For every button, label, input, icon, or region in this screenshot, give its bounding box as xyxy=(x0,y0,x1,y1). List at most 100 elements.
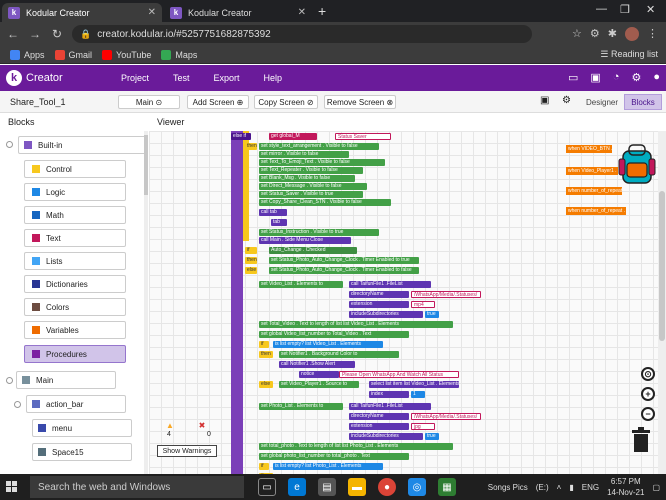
code-block[interactable]: Auto_Change . Checked xyxy=(269,247,357,254)
menu-help[interactable]: Help xyxy=(264,73,283,83)
store-icon[interactable]: ▤ xyxy=(318,478,336,496)
code-block[interactable]: if xyxy=(259,341,269,348)
chrome-icon[interactable]: ● xyxy=(378,478,396,496)
code-block[interactable]: /WhatsApp/Media/.Statuses/ xyxy=(411,291,481,298)
code-block[interactable]: set style_text_arrangement . Visible to … xyxy=(259,143,379,150)
sidebar-item-math[interactable]: Math xyxy=(24,206,126,224)
code-block[interactable]: mp4 xyxy=(411,301,435,308)
code-block[interactable]: call tab xyxy=(259,209,287,216)
new-tab-icon[interactable]: + xyxy=(318,3,326,19)
code-block[interactable]: Please Open WhatsApp And Watch All Statu… xyxy=(339,371,459,378)
code-block[interactable]: set Video_List . Elements to xyxy=(259,281,343,288)
code-block[interactable]: set global Video_list_number to Total_Vi… xyxy=(259,331,409,338)
code-block[interactable]: jpg xyxy=(411,423,435,430)
code-block[interactable]: set Video_Player1 . Source to xyxy=(279,381,359,388)
reload-icon[interactable]: ↻ xyxy=(48,27,66,41)
notification-bell-icon[interactable]: ◔ xyxy=(613,71,620,84)
code-block[interactable]: set Text_Repeater . Visible to false xyxy=(259,167,363,174)
code-block[interactable]: then xyxy=(245,257,257,264)
tray-label[interactable]: Songs Pics xyxy=(488,483,528,492)
zoom-out-icon[interactable]: − xyxy=(641,407,655,421)
code-block[interactable]: tab xyxy=(271,219,287,226)
collapse-icon[interactable] xyxy=(6,141,13,148)
code-block[interactable]: get global_M xyxy=(269,133,317,140)
sidebar-main[interactable]: Main xyxy=(16,371,116,389)
code-block[interactable]: set total_photo . Text to length of list… xyxy=(259,443,453,450)
code-block[interactable]: call TaifunFile1 .FileList xyxy=(349,281,431,288)
collapsed-event-block[interactable]: when Video_Player1 . Completed xyxy=(566,167,618,175)
show-warnings-button[interactable]: Show Warnings xyxy=(157,445,217,457)
sidebar-builtin[interactable]: Built-in xyxy=(18,136,146,154)
back-icon[interactable]: ← xyxy=(4,27,22,41)
sidebar-action-bar[interactable]: action_bar xyxy=(26,395,126,413)
code-block[interactable]: set Copy_Share_Clean_STN . Visible to fa… xyxy=(259,199,391,206)
sidebar-item-dictionaries[interactable]: Dictionaries xyxy=(24,275,126,293)
code-block[interactable]: /WhatsApp/Media/.Statuses/ xyxy=(411,413,481,420)
code-block[interactable]: set Status_Saver . Visible to true xyxy=(259,191,363,198)
notification-icon[interactable]: ▢ xyxy=(652,483,660,492)
sidebar-item-lists[interactable]: Lists xyxy=(24,252,126,270)
code-block[interactable]: else xyxy=(245,267,257,274)
sidebar-item-text[interactable]: Text xyxy=(24,229,126,247)
copy-screen-button[interactable]: Copy Screen ⊘ xyxy=(254,95,318,109)
sidebar-item-menu[interactable]: menu xyxy=(32,419,132,437)
menu-project[interactable]: Project xyxy=(121,73,149,83)
code-block[interactable]: call Main . Side Menu Close xyxy=(259,237,351,244)
blocks-workspace[interactable]: else if get global_M Status Saver then set s… xyxy=(149,131,666,474)
code-block[interactable]: then xyxy=(245,143,257,150)
blocks-button[interactable]: Blocks xyxy=(624,94,662,110)
workspace-scrollbar[interactable] xyxy=(658,131,666,474)
maximize-icon[interactable]: ❐ xyxy=(620,3,630,16)
code-block[interactable]: is list empty? list Video_List . Element… xyxy=(273,341,383,348)
puzzle-icon[interactable]: ✱ xyxy=(608,27,617,41)
code-block[interactable]: if xyxy=(245,247,257,254)
taskbar-search-input[interactable]: Search the web and Windows xyxy=(30,476,244,498)
collapsed-event-block[interactable]: when number_of_repeat . Got... xyxy=(566,187,622,195)
code-block[interactable]: extension xyxy=(349,423,409,430)
trash-icon[interactable] xyxy=(631,427,651,453)
menu-export[interactable]: Export xyxy=(214,73,240,83)
forward-icon[interactable]: → xyxy=(26,27,44,41)
task-view-icon[interactable]: ▭ xyxy=(258,478,276,496)
bookmark-apps[interactable]: Apps xyxy=(10,49,45,60)
zoom-in-icon[interactable]: + xyxy=(641,387,655,401)
menu-test[interactable]: Test xyxy=(173,73,190,83)
tray-drive[interactable]: (E:) xyxy=(536,483,549,492)
profile-avatar[interactable] xyxy=(625,27,639,41)
more-menu-icon[interactable]: ⋮ xyxy=(647,27,658,41)
collapsed-event-block[interactable]: when number_of_repeat . Los... xyxy=(566,207,626,215)
app-icon[interactable]: ▦ xyxy=(438,478,456,496)
sidebar-item-logic[interactable]: Logic xyxy=(24,183,126,201)
code-block[interactable]: set Status_Instruction . Visible to true xyxy=(259,229,379,236)
bookmark-gmail[interactable]: Gmail xyxy=(54,49,92,60)
reading-list[interactable]: ☰ Reading list xyxy=(600,49,658,60)
code-block[interactable]: 1 xyxy=(411,391,425,398)
minimize-icon[interactable]: — xyxy=(596,3,607,15)
extension-icon[interactable]: ⚙ xyxy=(590,27,600,41)
android-icon[interactable]: ▣ xyxy=(590,71,600,84)
code-block[interactable]: else if xyxy=(231,133,251,140)
designer-button[interactable]: Designer xyxy=(582,94,622,110)
sidebar-scrollbar[interactable] xyxy=(144,131,148,474)
code-block[interactable]: set mirror . Visible to false xyxy=(259,151,349,158)
code-block[interactable]: directoryName xyxy=(349,413,409,420)
file-explorer-icon[interactable]: ▬ xyxy=(348,478,366,496)
close-icon[interactable]: ✕ xyxy=(298,7,306,18)
warning-icon[interactable]: ▲ xyxy=(165,421,175,431)
browser-tab-inactive[interactable]: k Kodular Creator ✕ xyxy=(164,3,312,22)
code-block[interactable]: index xyxy=(369,391,409,398)
code-block[interactable]: call TaifunFile1 .FileList xyxy=(349,403,431,410)
image-icon[interactable]: ▣ xyxy=(540,95,549,106)
folder-icon[interactable]: ▭ xyxy=(568,71,578,84)
bookmark-maps[interactable]: Maps xyxy=(161,49,197,60)
code-block[interactable]: set Status_Photo_Auto_Change_Clock . Tim… xyxy=(269,267,419,274)
code-block[interactable]: call Notifier1 .Show Alert xyxy=(279,361,355,368)
close-icon[interactable]: ✕ xyxy=(148,7,156,18)
code-block[interactable]: else xyxy=(259,381,273,388)
screen-select[interactable]: Main ⊙ xyxy=(118,95,180,109)
url-field[interactable]: 🔒 creator.kodular.io/#5257751682875392 xyxy=(72,25,532,43)
window-close-icon[interactable]: ✕ xyxy=(646,3,655,16)
browser-tab-active[interactable]: k Kodular Creator ✕ xyxy=(2,3,162,22)
code-block[interactable]: set Direct_Message . Visible to false xyxy=(259,183,367,190)
bookmark-star-icon[interactable]: ☆ xyxy=(572,27,582,41)
